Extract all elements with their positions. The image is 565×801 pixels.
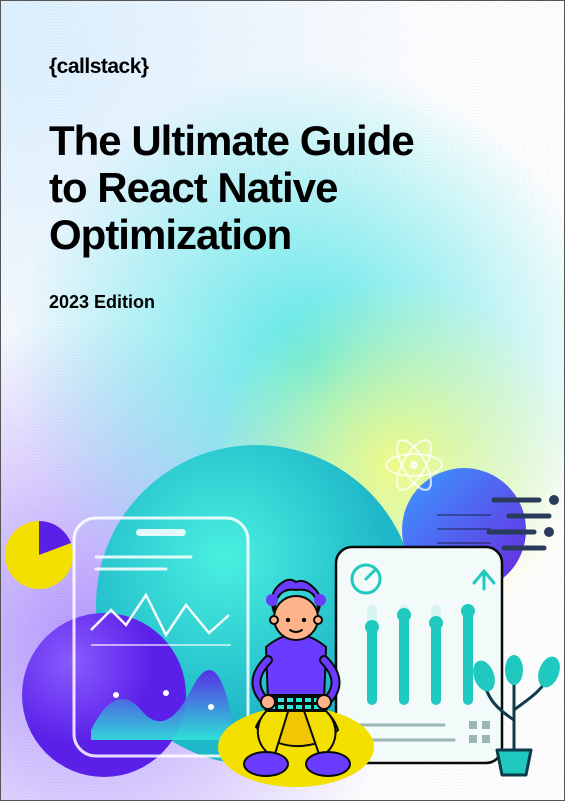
person-developer-icon xyxy=(196,552,396,792)
title-line-1: The Ultimate Guide xyxy=(49,117,414,164)
plant-icon xyxy=(469,640,564,780)
cover-illustration xyxy=(1,380,564,800)
title-line-2: to React Native xyxy=(49,164,337,211)
title-line-3: Optimization xyxy=(49,211,291,258)
edition-label: 2023 Edition xyxy=(49,292,516,313)
cover-title: The Ultimate Guide to React Native Optim… xyxy=(49,117,516,258)
atom-icon xyxy=(379,430,449,500)
brand-logo: {callstack} xyxy=(49,55,516,79)
